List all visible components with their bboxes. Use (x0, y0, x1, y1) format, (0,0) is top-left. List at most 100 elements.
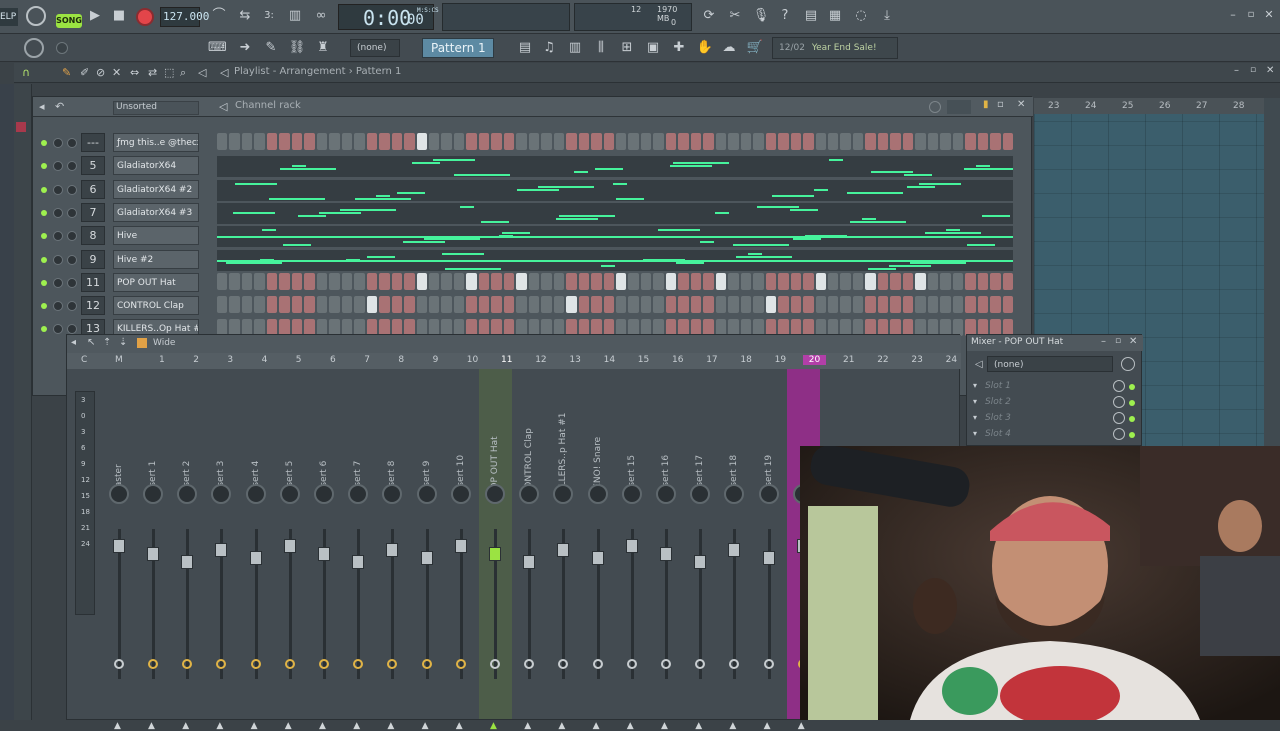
mixer-track[interactable]: Insert 4 ▲ (240, 369, 273, 731)
step-button[interactable] (528, 133, 540, 150)
step-button[interactable] (990, 272, 1001, 290)
step-button[interactable] (366, 296, 378, 314)
mixer-track[interactable]: Insert 10 ▲ (445, 369, 478, 731)
step-button[interactable] (241, 296, 253, 314)
route-knob[interactable] (763, 659, 774, 669)
step-button[interactable] (653, 272, 664, 290)
step-button[interactable] (516, 133, 527, 150)
cart-icon[interactable]: 🛒 (746, 39, 764, 57)
brush-tool-icon[interactable]: ✐ (80, 66, 89, 79)
step-button[interactable] (952, 133, 964, 150)
channel-pan-knob[interactable] (67, 231, 77, 242)
channel-mixer-track[interactable]: 9 (81, 249, 105, 269)
step-button[interactable] (902, 133, 914, 150)
step-button[interactable] (316, 272, 328, 290)
volume-fader[interactable] (318, 547, 330, 561)
tempo-display[interactable]: 127.000 (160, 7, 209, 27)
step-button[interactable] (491, 133, 502, 150)
volume-fader[interactable] (249, 551, 262, 565)
channel-name-button[interactable]: CONTROL Clap (113, 296, 199, 316)
step-button[interactable] (217, 272, 228, 290)
playlist-close-icon[interactable]: ✕ (1266, 65, 1274, 76)
plugin-database-icon[interactable]: ▣ (644, 39, 662, 57)
step-button[interactable] (528, 296, 540, 314)
route-knob[interactable] (455, 659, 466, 669)
mixer-track[interactable]: KILLERS..p Hat #1 ▲ (547, 369, 580, 731)
step-button[interactable] (541, 272, 552, 290)
channel-led[interactable] (41, 163, 47, 170)
mixer-track[interactable]: Insert 19 ▲ (753, 369, 786, 731)
piano-roll-preview[interactable] (217, 226, 1013, 248)
panel-minimize-icon[interactable]: – (1101, 336, 1106, 347)
close-icon[interactable]: ✕ (1260, 6, 1278, 24)
step-button[interactable] (404, 272, 415, 290)
step-button[interactable] (291, 296, 303, 314)
channel-mixer-track[interactable]: 6 (81, 179, 105, 199)
pan-knob[interactable] (348, 484, 369, 504)
pan-knob[interactable] (656, 484, 676, 504)
mixer-track[interactable]: Insert 18 ▲ (718, 369, 751, 731)
step-button[interactable] (416, 133, 427, 150)
piano-roll-preview[interactable] (217, 249, 1013, 271)
piano-roll-preview[interactable] (217, 179, 1013, 201)
step-button[interactable] (366, 133, 378, 150)
microphone-icon[interactable]: 🎙 (752, 7, 770, 25)
volume-fader[interactable] (694, 555, 707, 569)
step-button[interactable] (728, 296, 739, 314)
channel-mixer-track[interactable]: 11 (81, 272, 105, 292)
channel-name-button[interactable]: ƒmg this..e @thecxdy (113, 133, 199, 152)
chat-icon[interactable]: ◌ (852, 7, 870, 25)
step-button[interactable] (753, 296, 764, 314)
step-button[interactable] (391, 296, 403, 314)
mixer-track[interactable]: Insert 1 ▲ (137, 369, 170, 731)
step-button[interactable] (815, 296, 826, 314)
step-button[interactable] (915, 296, 926, 314)
channel-pan-knob[interactable] (67, 301, 77, 312)
step-button[interactable] (341, 272, 353, 290)
step-button[interactable] (316, 133, 328, 150)
mixer-icon[interactable]: ⫼ (592, 39, 610, 57)
step-button[interactable] (229, 296, 240, 314)
rack-close-icon[interactable]: ✕ (1017, 99, 1025, 110)
time-display[interactable]: 0:00 00 M:S:CS (338, 4, 439, 30)
step-button[interactable] (940, 133, 951, 150)
step-button[interactable] (266, 133, 278, 150)
pan-knob[interactable] (724, 484, 745, 504)
step-button[interactable] (640, 296, 652, 314)
channel-led[interactable] (41, 326, 47, 333)
step-button[interactable] (478, 133, 490, 150)
step-button[interactable] (453, 272, 465, 290)
mixer-track[interactable]: Insert 15 ▲ (616, 369, 649, 731)
step-button[interactable] (827, 296, 839, 314)
step-button[interactable] (404, 133, 415, 150)
send-arrow-icon[interactable]: ▲ (456, 721, 463, 731)
send-arrow-icon[interactable]: ▲ (490, 721, 497, 731)
step-button[interactable] (329, 133, 340, 150)
volume-fader[interactable] (147, 547, 159, 561)
track-marker[interactable] (16, 122, 26, 132)
slot-mix-knob[interactable] (1113, 380, 1125, 392)
step-button[interactable] (852, 296, 864, 314)
touch-keyboard-icon[interactable]: ✋ (696, 39, 714, 57)
route-knob[interactable] (284, 659, 295, 669)
send-arrow-icon[interactable]: ▲ (593, 721, 600, 731)
send-arrow-icon[interactable]: ▲ (729, 721, 736, 731)
step-button[interactable] (740, 272, 752, 290)
pan-knob[interactable] (177, 484, 198, 504)
piano-roll-icon[interactable]: ♫ (540, 39, 558, 57)
swing-knob[interactable] (929, 101, 941, 113)
route-knob[interactable] (558, 659, 569, 669)
step-button[interactable] (902, 296, 914, 314)
channel-volume-knob[interactable] (53, 231, 63, 242)
step-button[interactable] (865, 296, 876, 314)
step-button[interactable] (478, 296, 490, 314)
step-button[interactable] (803, 272, 814, 290)
send-arrow-icon[interactable]: ▲ (695, 721, 702, 731)
step-button[interactable] (428, 133, 440, 150)
step-button[interactable] (254, 133, 265, 150)
channel-volume-knob[interactable] (53, 184, 63, 195)
step-button[interactable] (740, 296, 752, 314)
step-button[interactable] (852, 133, 864, 150)
channel-pan-knob[interactable] (67, 277, 77, 288)
step-button[interactable] (329, 272, 340, 290)
